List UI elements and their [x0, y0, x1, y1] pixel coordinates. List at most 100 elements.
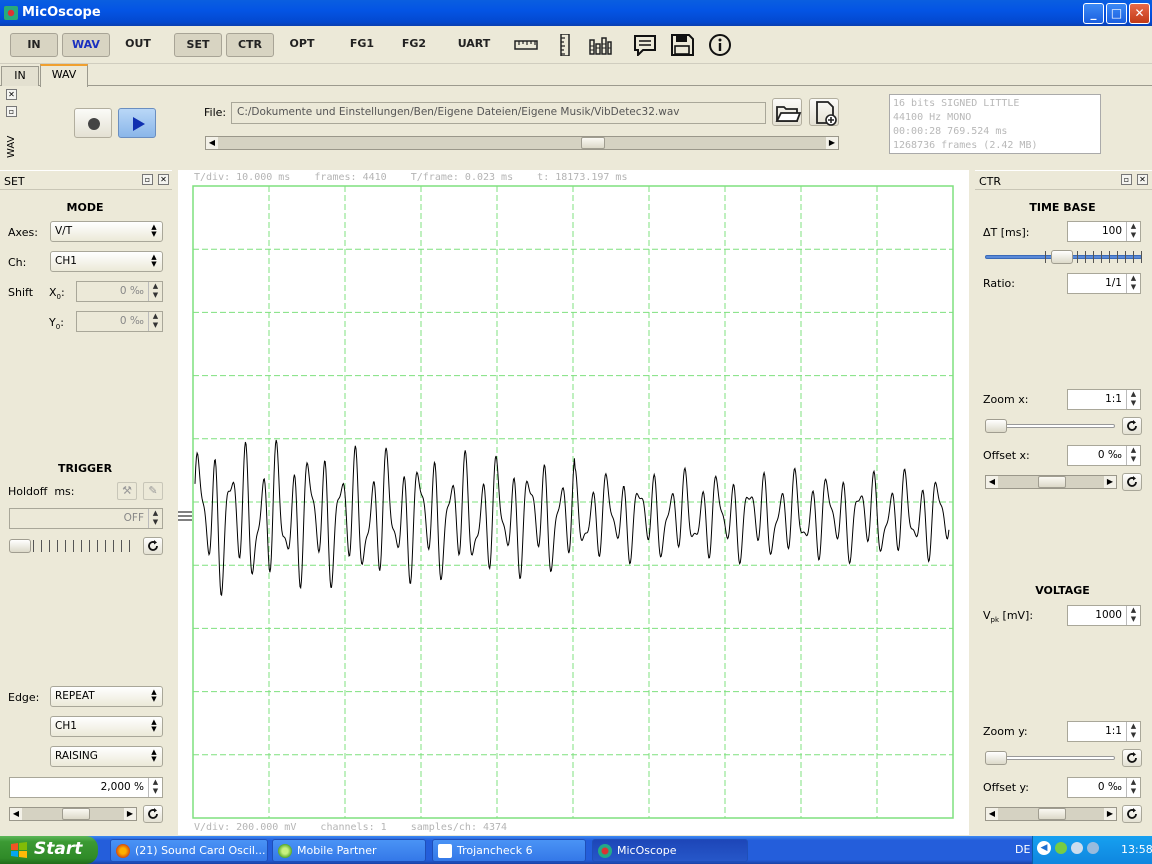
ctr-close-icon[interactable]: ✕ — [1137, 174, 1148, 185]
level-reset-button[interactable] — [143, 805, 163, 823]
oscilloscope-display[interactable]: T/div: 10.000 ms frames: 4410 T/frame: 0… — [178, 170, 969, 835]
zoomy-slider[interactable] — [985, 751, 1115, 765]
trigger-level-marker[interactable] — [178, 511, 192, 521]
taskbar-item-trojancheck[interactable]: Trojancheck 6 — [432, 839, 586, 862]
toolbar-set-button[interactable]: SET — [174, 33, 222, 57]
dock-close-icon[interactable]: ✕ — [6, 89, 17, 100]
maximize-button[interactable]: □ — [1106, 3, 1127, 24]
scroll-right-icon[interactable]: ▶ — [1104, 476, 1116, 488]
new-file-button[interactable] — [809, 98, 839, 126]
toolbar-fg1-button[interactable]: FG1 — [338, 33, 386, 57]
offsetx-reset-button[interactable] — [1122, 473, 1142, 491]
info-icon[interactable] — [708, 34, 732, 56]
message-icon[interactable] — [633, 34, 657, 56]
tray-expand-icon[interactable]: ◀ — [1037, 841, 1051, 855]
start-button[interactable]: Start — [0, 836, 98, 864]
holdoff-tool-a-icon[interactable]: ⚒ — [117, 482, 137, 500]
tray-volume-icon[interactable] — [1071, 842, 1083, 854]
offsety-reset-button[interactable] — [1122, 805, 1142, 823]
tab-wav[interactable]: WAV — [40, 64, 88, 87]
scroll-left-icon[interactable]: ◀ — [206, 137, 218, 149]
x0-shift-spinner[interactable]: 0 ‰ ▲ ▼ — [76, 281, 163, 302]
toolbar-fg2-button[interactable]: FG2 — [390, 33, 438, 57]
dock-float-icon[interactable]: ▫ — [6, 106, 17, 117]
scroll-thumb[interactable] — [1038, 808, 1066, 820]
scroll-right-icon[interactable]: ▶ — [1104, 808, 1116, 820]
scroll-thumb[interactable] — [581, 137, 605, 149]
file-position-scrollbar[interactable]: ◀ ▶ — [205, 136, 839, 150]
spectrum-icon[interactable] — [588, 34, 612, 56]
scroll-right-icon[interactable]: ▶ — [826, 137, 838, 149]
scroll-right-icon[interactable]: ▶ — [124, 808, 136, 820]
scroll-thumb[interactable] — [62, 808, 90, 820]
y0-shift-spinner[interactable]: 0 ‰ ▲ ▼ — [76, 311, 163, 332]
offsetx-scrollbar[interactable]: ◀ ▶ — [985, 475, 1117, 489]
offsety-scrollbar[interactable]: ◀ ▶ — [985, 807, 1117, 821]
toolbar-opt-button[interactable]: OPT — [278, 33, 326, 57]
record-button[interactable] — [74, 108, 112, 138]
scope-canvas — [178, 185, 954, 819]
trigger-level-scrollbar[interactable]: ◀ ▶ — [9, 807, 137, 821]
play-button[interactable] — [118, 108, 156, 138]
taskbar-item-mobile-partner[interactable]: Mobile Partner — [272, 839, 426, 862]
toolbar-in-button[interactable]: IN — [10, 33, 58, 57]
save-icon[interactable] — [670, 34, 694, 56]
clock: 13:58 — [1121, 843, 1152, 856]
holdoff-slider[interactable] — [9, 539, 137, 553]
zoomx-reset-button[interactable] — [1122, 417, 1142, 435]
toolbar-wav-button[interactable]: WAV — [62, 33, 110, 57]
tab-in[interactable]: IN — [1, 66, 39, 86]
vpk-spinner[interactable]: 1000 ▲ ▼ — [1067, 605, 1141, 626]
updown-icon: ▲ ▼ — [151, 718, 157, 733]
toolbar-out-button[interactable]: OUT — [114, 33, 162, 57]
toolbar-uart-button[interactable]: UART — [450, 33, 498, 57]
language-indicator[interactable]: DE — [1015, 843, 1030, 856]
channel-select[interactable]: CH1 ▲ ▼ — [50, 251, 163, 272]
ratio-spinner[interactable]: 1/1 ▲ ▼ — [1067, 273, 1141, 294]
edge-label: Edge: — [8, 691, 40, 704]
dt-slider[interactable] — [985, 250, 1142, 264]
ctr-float-icon[interactable]: ▫ — [1121, 174, 1132, 185]
file-path-field[interactable]: C:/Dokumente und Einstellungen/Ben/Eigen… — [231, 102, 766, 124]
toolbar-ctr-button[interactable]: CTR — [226, 33, 274, 57]
ruler-vertical-icon[interactable] — [553, 34, 577, 56]
vpk-label: Vpk [mV]: — [983, 609, 1034, 625]
holdoff-tool-b-icon[interactable]: ✎ — [143, 482, 163, 500]
set-float-icon[interactable]: ▫ — [142, 174, 153, 185]
title-bar[interactable]: MicOscope _ □ ✕ — [0, 0, 1152, 26]
holdoff-spinner[interactable]: OFF ▲ ▼ — [9, 508, 163, 529]
scroll-left-icon[interactable]: ◀ — [986, 476, 998, 488]
axes-select[interactable]: V/T ▲ ▼ — [50, 221, 163, 242]
holdoff-reset-button[interactable] — [143, 537, 163, 555]
open-file-button[interactable] — [772, 98, 802, 126]
slider-knob[interactable] — [985, 751, 1007, 765]
close-button[interactable]: ✕ — [1129, 3, 1150, 24]
scroll-left-icon[interactable]: ◀ — [986, 808, 998, 820]
edge-mode-select[interactable]: REPEAT ▲ ▼ — [50, 686, 163, 707]
offsety-spinner[interactable]: 0 ‰ ▲ ▼ — [1067, 777, 1141, 798]
zoomx-slider[interactable] — [985, 419, 1115, 433]
minimize-button[interactable]: _ — [1083, 3, 1104, 24]
offsetx-spinner[interactable]: 0 ‰ ▲ ▼ — [1067, 445, 1141, 466]
set-close-icon[interactable]: ✕ — [158, 174, 169, 185]
scroll-thumb[interactable] — [1038, 476, 1066, 488]
zoomy-reset-button[interactable] — [1122, 749, 1142, 767]
zoomy-spinner[interactable]: 1:1 ▲ ▼ — [1067, 721, 1141, 742]
tray-security-icon[interactable] — [1087, 842, 1099, 854]
taskbar-item-micoscope[interactable]: MicOscope — [592, 839, 748, 862]
dt-spinner[interactable]: 100 ▲ ▼ — [1067, 221, 1141, 242]
waveform-trace — [194, 439, 950, 597]
ruler-horizontal-icon[interactable] — [514, 34, 538, 56]
scroll-left-icon[interactable]: ◀ — [10, 808, 22, 820]
slider-knob[interactable] — [1051, 250, 1073, 264]
zoomx-spinner[interactable]: 1:1 ▲ ▼ — [1067, 389, 1141, 410]
file-label: File: — [204, 106, 227, 119]
taskbar-item-browser[interactable]: (21) Sound Card Oscil... — [110, 839, 268, 862]
edge-slope-select[interactable]: RAISING ▲ ▼ — [50, 746, 163, 767]
tray-network-icon[interactable] — [1055, 842, 1067, 854]
trigger-level-spinner[interactable]: 2,000 % ▲ ▼ — [9, 777, 163, 798]
edge-channel-select[interactable]: CH1 ▲ ▼ — [50, 716, 163, 737]
set-panel: SET ▫ ✕ MODE Axes: V/T ▲ ▼ Ch: CH1 ▲ ▼ Shi… — [0, 170, 174, 835]
slider-knob[interactable] — [9, 539, 31, 553]
slider-knob[interactable] — [985, 419, 1007, 433]
